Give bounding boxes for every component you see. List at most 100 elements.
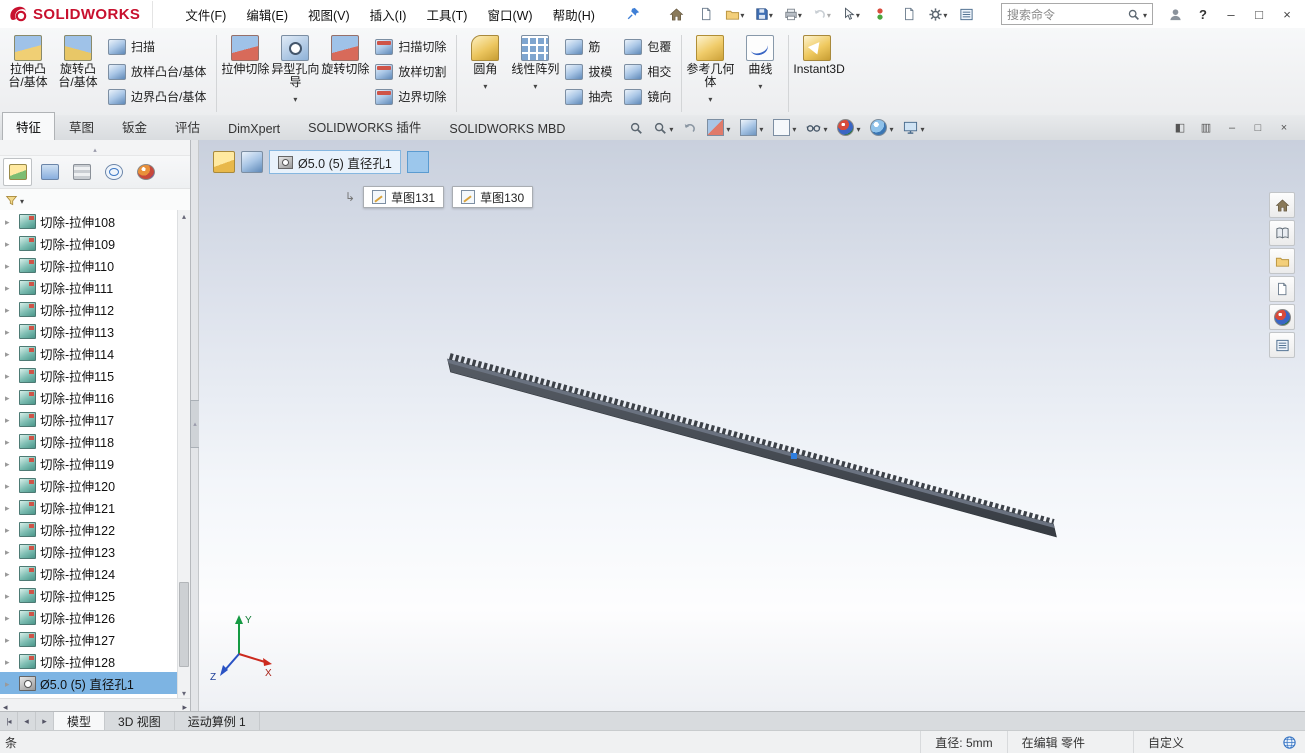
expand-arrow-icon[interactable] <box>5 544 15 558</box>
resources-button[interactable] <box>953 3 981 25</box>
previous-tab-button[interactable] <box>18 712 36 731</box>
feature-breadcrumb-tag[interactable]: Ø5.0 (5) 直径孔1 <box>269 150 401 174</box>
apply-scene-button[interactable] <box>866 117 897 139</box>
configuration-manager-tab[interactable] <box>67 158 96 186</box>
minimize-button[interactable] <box>1217 2 1245 26</box>
tree-scrollbar[interactable] <box>177 210 190 699</box>
expand-arrow-icon[interactable] <box>5 280 15 294</box>
expand-arrow-icon[interactable] <box>5 478 15 492</box>
document-minimize-button[interactable] <box>1221 119 1243 137</box>
draft-button[interactable]: 拔模 <box>560 59 619 84</box>
menu-help[interactable]: 帮助(H) <box>543 1 605 28</box>
hole-wizard-button[interactable]: 异型孔向导 <box>270 30 320 117</box>
save-button[interactable] <box>750 3 778 25</box>
tab-model[interactable]: 模型 <box>54 712 105 731</box>
expand-arrow-icon[interactable] <box>5 456 15 470</box>
expand-arrow-icon[interactable] <box>5 258 15 272</box>
zoom-area-button[interactable] <box>649 117 677 139</box>
chevron-down-icon[interactable] <box>798 7 802 21</box>
chevron-down-icon[interactable] <box>827 7 831 21</box>
tree-item[interactable]: 切除-拉伸118 <box>0 430 178 452</box>
expand-arrow-icon[interactable] <box>5 632 15 646</box>
chevron-down-icon[interactable] <box>293 91 297 105</box>
zoom-fit-button[interactable] <box>625 117 647 139</box>
filter-funnel-icon[interactable] <box>5 194 18 207</box>
document-restore-button[interactable] <box>1247 119 1269 137</box>
tree-item[interactable]: 切除-拉伸128 <box>0 650 178 672</box>
print-button[interactable] <box>779 3 807 25</box>
document-close-button[interactable] <box>1273 119 1295 137</box>
chevron-down-icon[interactable] <box>792 121 796 135</box>
expand-arrow-icon[interactable] <box>5 390 15 404</box>
tree-item[interactable]: 切除-拉伸127 <box>0 628 178 650</box>
part-icon[interactable] <box>213 151 235 173</box>
wrap-button[interactable]: 包覆 <box>619 34 678 59</box>
expand-arrow-icon[interactable] <box>5 346 15 360</box>
open-button[interactable] <box>721 3 749 25</box>
menu-file[interactable]: 文件(F) <box>175 1 236 28</box>
tree-item[interactable]: 切除-拉伸113 <box>0 320 178 342</box>
home-icon[interactable] <box>1269 192 1295 218</box>
document-page-icon[interactable] <box>1269 276 1295 302</box>
linear-pattern-button[interactable]: 线性阵列 <box>510 30 560 117</box>
expand-arrow-icon[interactable] <box>5 236 15 250</box>
expand-arrow-icon[interactable] <box>5 302 15 316</box>
file-properties-button[interactable] <box>895 3 923 25</box>
expand-arrow-icon[interactable] <box>5 368 15 382</box>
chevron-down-icon[interactable] <box>943 7 947 21</box>
scrollbar-thumb[interactable] <box>179 582 189 667</box>
tree-item[interactable]: 切除-拉伸116 <box>0 386 178 408</box>
tab-3d-views[interactable]: 3D 视图 <box>105 712 175 731</box>
graphics-viewport[interactable]: Ø5.0 (5) 直径孔1 草图131 草图130 Y X Z <box>199 140 1305 712</box>
chevron-down-icon[interactable] <box>708 91 712 105</box>
curves-button[interactable]: 曲线 <box>735 30 785 117</box>
maximize-button[interactable] <box>1245 2 1273 26</box>
chevron-down-icon[interactable] <box>20 193 24 207</box>
chevron-down-icon[interactable] <box>669 121 673 135</box>
pane-toggle-icon[interactable] <box>1169 119 1191 137</box>
expand-arrow-icon[interactable] <box>5 566 15 580</box>
globe-icon[interactable] <box>1282 735 1297 750</box>
display-style-button[interactable] <box>769 117 800 139</box>
tab-evaluate[interactable]: 评估 <box>161 112 214 140</box>
chevron-down-icon[interactable] <box>856 7 860 21</box>
lofted-boss-button[interactable]: 放样凸台/基体 <box>103 59 213 84</box>
tree-item[interactable]: 切除-拉伸121 <box>0 496 178 518</box>
expand-arrow-icon[interactable] <box>5 588 15 602</box>
chevron-down-icon[interactable] <box>823 121 827 135</box>
chevron-down-icon[interactable] <box>889 121 893 135</box>
command-search-box[interactable]: 搜索命令 <box>1001 3 1153 25</box>
tree-item[interactable]: 切除-拉伸125 <box>0 584 178 606</box>
dimxpert-manager-tab[interactable] <box>99 158 128 186</box>
tree-item[interactable]: 切除-拉伸112 <box>0 298 178 320</box>
selection-point[interactable] <box>791 453 797 459</box>
status-customize[interactable]: 自定义 <box>1133 731 1198 753</box>
rib-button[interactable]: 筋 <box>560 34 619 59</box>
view-orientation-button[interactable] <box>736 117 767 139</box>
display-pane-icon[interactable] <box>1269 332 1295 358</box>
tree-item[interactable]: 切除-拉伸115 <box>0 364 178 386</box>
undo-button[interactable] <box>808 3 836 25</box>
extruded-cut-button[interactable]: 拉伸切除 <box>220 30 270 117</box>
property-manager-tab[interactable] <box>35 158 64 186</box>
expand-arrow-icon[interactable] <box>5 412 15 426</box>
feature-manager-tab[interactable] <box>3 158 32 186</box>
reference-geometry-button[interactable]: 参考几何体 <box>685 30 735 117</box>
revolved-boss-button[interactable]: 旋转凸台/基体 <box>53 30 103 117</box>
boundary-boss-button[interactable]: 边界凸台/基体 <box>103 84 213 109</box>
options-button[interactable] <box>924 3 952 25</box>
tree-item[interactable]: 切除-拉伸122 <box>0 518 178 540</box>
mirror-button[interactable]: 镜向 <box>619 84 678 109</box>
panel-splitter[interactable] <box>191 140 199 712</box>
menu-insert[interactable]: 插入(I) <box>360 1 417 28</box>
sketch-130-button[interactable]: 草图130 <box>452 186 533 208</box>
boundary-cut-button[interactable]: 边界切除 <box>370 84 453 109</box>
tree-item[interactable]: 切除-拉伸110 <box>0 254 178 276</box>
tab-features[interactable]: 特征 <box>2 112 55 140</box>
scroll-up-icon[interactable] <box>178 210 190 222</box>
shell-button[interactable]: 抽壳 <box>560 84 619 109</box>
section-view-button[interactable] <box>703 117 734 139</box>
tab-mbd[interactable]: SOLIDWORKS MBD <box>435 117 579 140</box>
appearance-sphere-icon[interactable] <box>1269 304 1295 330</box>
swept-cut-button[interactable]: 扫描切除 <box>370 34 453 59</box>
